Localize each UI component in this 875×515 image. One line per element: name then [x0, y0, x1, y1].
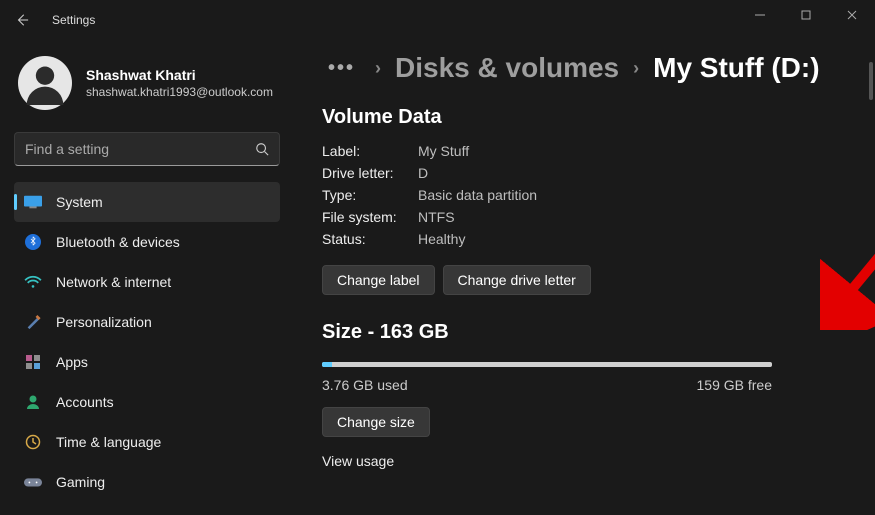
- storage-used-segment: [322, 362, 332, 367]
- sidebar-item-network[interactable]: Network & internet: [14, 262, 280, 302]
- view-usage-link[interactable]: View usage: [322, 453, 835, 469]
- volume-properties: Label: My Stuff Drive letter: D Type: Ba…: [322, 143, 835, 247]
- system-icon: [24, 193, 42, 211]
- sidebar-item-label: Apps: [56, 354, 88, 370]
- minimize-button[interactable]: [737, 0, 783, 30]
- sidebar-item-apps[interactable]: Apps: [14, 342, 280, 382]
- breadcrumb-parent[interactable]: Disks & volumes: [395, 52, 619, 84]
- sidebar-item-personalization[interactable]: Personalization: [14, 302, 280, 342]
- window-title: Settings: [52, 13, 95, 27]
- sidebar-item-label: Network & internet: [56, 274, 171, 290]
- arrow-left-icon: [15, 13, 29, 27]
- clock-icon: [24, 433, 42, 451]
- user-name: Shashwat Khatri: [86, 67, 273, 83]
- size-heading: Size - 163 GB: [322, 321, 835, 344]
- sidebar-item-label: Gaming: [56, 474, 105, 490]
- prop-label: File system:: [322, 209, 418, 225]
- prop-label: Drive letter:: [322, 165, 418, 181]
- sidebar-item-label: Accounts: [56, 394, 114, 410]
- prop-label: Status:: [322, 231, 418, 247]
- chevron-right-icon: ›: [633, 58, 639, 79]
- paintbrush-icon: [24, 313, 42, 331]
- storage-used-text: 3.76 GB used: [322, 377, 408, 393]
- close-button[interactable]: [829, 0, 875, 30]
- prop-value-status: Healthy: [418, 231, 835, 247]
- storage-bar: [322, 362, 772, 367]
- sidebar-item-label: Personalization: [56, 314, 152, 330]
- accounts-icon: [24, 393, 42, 411]
- prop-label: Type:: [322, 187, 418, 203]
- volume-data-heading: Volume Data: [322, 106, 835, 129]
- back-button[interactable]: [12, 10, 32, 30]
- gaming-icon: [24, 473, 42, 491]
- prop-value-type: Basic data partition: [418, 187, 835, 203]
- change-label-button[interactable]: Change label: [322, 265, 435, 295]
- sidebar-item-time-language[interactable]: Time & language: [14, 422, 280, 462]
- bluetooth-icon: [24, 233, 42, 251]
- prop-label: Label:: [322, 143, 418, 159]
- breadcrumb: ••• › Disks & volumes › My Stuff (D:): [322, 52, 835, 84]
- search-icon: [255, 142, 269, 156]
- prop-value-file-system: NTFS: [418, 209, 835, 225]
- scrollbar[interactable]: [869, 62, 873, 100]
- wifi-icon: [24, 273, 42, 291]
- maximize-button[interactable]: [783, 0, 829, 30]
- breadcrumb-more[interactable]: •••: [322, 53, 361, 84]
- profile-block[interactable]: Shashwat Khatri shashwat.khatri1993@outl…: [10, 40, 290, 126]
- sidebar-item-label: Bluetooth & devices: [56, 234, 180, 250]
- prop-value-drive-letter: D: [418, 165, 835, 181]
- user-email: shashwat.khatri1993@outlook.com: [86, 85, 273, 99]
- chevron-right-icon: ›: [375, 58, 381, 79]
- search-input[interactable]: Find a setting: [14, 132, 280, 166]
- sidebar-item-label: Time & language: [56, 434, 161, 450]
- sidebar-item-accounts[interactable]: Accounts: [14, 382, 280, 422]
- change-size-button[interactable]: Change size: [322, 407, 430, 437]
- avatar: [18, 56, 72, 110]
- apps-icon: [24, 353, 42, 371]
- sidebar-item-label: System: [56, 194, 103, 210]
- search-placeholder: Find a setting: [25, 141, 255, 157]
- sidebar-item-gaming[interactable]: Gaming: [14, 462, 280, 502]
- sidebar: Shashwat Khatri shashwat.khatri1993@outl…: [0, 40, 290, 515]
- main-content: ••• › Disks & volumes › My Stuff (D:) Vo…: [290, 40, 875, 515]
- breadcrumb-current: My Stuff (D:): [653, 52, 819, 84]
- sidebar-item-bluetooth[interactable]: Bluetooth & devices: [14, 222, 280, 262]
- sidebar-item-system[interactable]: System: [14, 182, 280, 222]
- change-drive-letter-button[interactable]: Change drive letter: [443, 265, 591, 295]
- person-icon: [23, 61, 67, 105]
- storage-free-text: 159 GB free: [697, 377, 773, 393]
- prop-value-label: My Stuff: [418, 143, 835, 159]
- window-controls: [737, 0, 875, 30]
